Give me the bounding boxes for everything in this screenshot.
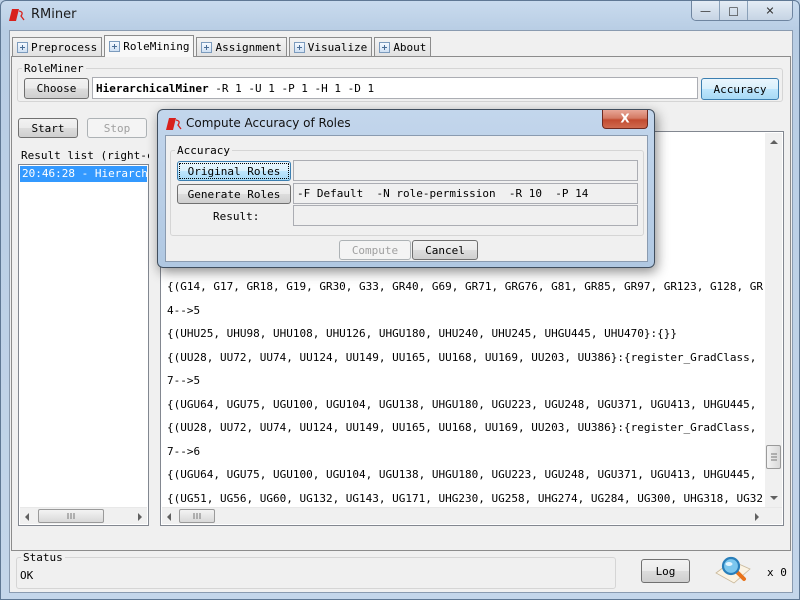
output-line: {(UGU64, UGU75, UGU100, UGU104, UGU138, … (167, 397, 763, 411)
scroll-right-arrow-icon[interactable] (755, 513, 759, 521)
generate-roles-value: -F Default -N role-permission -R 10 -P 1… (297, 187, 589, 200)
log-button[interactable]: Log (641, 559, 690, 583)
tab-label: Assignment (215, 40, 282, 54)
tab-label: RoleMining (123, 40, 190, 53)
tab-rolemining[interactable]: RoleMining (104, 35, 195, 57)
dialog-close-button[interactable]: X (602, 110, 648, 129)
dialog-body: Accuracy Original Roles Generate Roles -… (165, 135, 648, 262)
grip-icon (193, 513, 201, 519)
cancel-button[interactable]: Cancel (412, 240, 478, 260)
miner-args: -R 1 -U 1 -P 1 -H 1 -D 1 (208, 81, 375, 95)
task-monitor-icon[interactable] (714, 555, 754, 585)
compute-button[interactable]: Compute (339, 240, 411, 260)
status-group-label: Status (21, 551, 65, 564)
maximize-icon: □ (728, 4, 739, 17)
original-roles-button[interactable]: Original Roles (177, 161, 291, 181)
grip-icon (771, 453, 777, 461)
output-line: {(UU28, UU72, UU74, UU124, UU149, UU165,… (167, 350, 763, 364)
generate-roles-button[interactable]: Generate Roles (177, 184, 291, 204)
original-roles-field[interactable] (293, 160, 638, 181)
start-button[interactable]: Start (18, 118, 78, 138)
status-group: Status (16, 551, 616, 589)
roleminer-group-label: RoleMiner (22, 62, 86, 75)
accuracy-button[interactable]: Accuracy (701, 78, 779, 100)
status-text: OK (20, 569, 34, 582)
expand-plus-icon (201, 41, 213, 53)
compute-label: Compute (351, 243, 399, 257)
output-line: {(UG51, UG56, UG60, UG132, UG143, UG171,… (167, 491, 763, 505)
output-hscrollbar[interactable] (162, 507, 782, 524)
scroll-thumb[interactable] (766, 445, 781, 469)
output-line: {(G14, G17, GR18, G19, GR30, G33, GR40, … (167, 280, 763, 293)
window-controls: — □ ✕ (691, 1, 793, 21)
dialog-title: Compute Accuracy of Roles (186, 116, 351, 130)
output-line: 7-->6 (167, 444, 201, 458)
cancel-label: Cancel (425, 243, 465, 257)
close-button[interactable]: ✕ (748, 1, 792, 20)
stop-label: Stop (103, 121, 131, 135)
minimize-button[interactable]: — (692, 1, 720, 20)
tab-about[interactable]: About (374, 37, 432, 56)
log-label: Log (655, 564, 676, 578)
accuracy-label: Accuracy (713, 82, 767, 96)
expand-plus-icon (109, 41, 121, 52)
choose-label: Choose (36, 82, 77, 95)
result-list-item[interactable]: 20:46:28 - HierarchicalMiner (20, 166, 147, 182)
scroll-thumb[interactable] (179, 509, 215, 523)
close-icon: ✕ (765, 4, 775, 17)
expand-plus-icon (379, 41, 391, 53)
output-vscrollbar[interactable] (765, 133, 782, 507)
scroll-thumb[interactable] (38, 509, 104, 523)
expand-plus-icon (17, 41, 28, 53)
main-window: RMiner — □ ✕ Preprocess RoleMining Assig… (0, 0, 800, 600)
scroll-left-arrow-icon[interactable] (167, 513, 171, 521)
result-list-hscrollbar[interactable] (20, 507, 147, 524)
tab-preprocess[interactable]: Preprocess (12, 37, 103, 56)
task-count: x 0 (767, 566, 787, 579)
result-field (293, 205, 638, 226)
output-line: {(UGU64, UGU75, UGU100, UGU104, UGU138, … (167, 468, 763, 481)
minimize-icon: — (700, 4, 711, 17)
close-icon: X (620, 111, 630, 126)
tab-label: Visualize (307, 40, 368, 54)
result-label: Result: (213, 210, 260, 223)
miner-name: HierarchicalMiner (96, 81, 209, 95)
maximize-button[interactable]: □ (720, 1, 748, 20)
output-line: {(UU28, UU72, UU74, UU124, UU149, UU165,… (167, 421, 763, 434)
result-list-label: Result list (right-click for options) (21, 149, 149, 162)
miner-config-field[interactable]: HierarchicalMiner -R 1 -U 1 -P 1 -H 1 -D… (92, 77, 698, 99)
original-roles-label: Original Roles (187, 164, 281, 178)
scroll-left-arrow-icon[interactable] (25, 513, 29, 521)
title-bar[interactable]: RMiner — □ ✕ (1, 1, 799, 29)
tab-assignment[interactable]: Assignment (196, 37, 287, 56)
accuracy-group-label: Accuracy (175, 144, 232, 157)
output-line: {(UHU25, UHU98, UHU108, UHU126, UHGU180,… (167, 327, 677, 340)
scroll-right-arrow-icon[interactable] (138, 513, 142, 521)
output-line: 7-->5 (167, 374, 201, 387)
tab-label: Preprocess (31, 40, 98, 54)
grip-icon (67, 513, 75, 519)
choose-button[interactable]: Choose (24, 78, 89, 99)
compute-accuracy-dialog: Compute Accuracy of Roles X Accuracy Ori… (157, 109, 655, 268)
output-line: 4-->5 (167, 303, 201, 317)
stop-button[interactable]: Stop (87, 118, 147, 138)
tab-visualize[interactable]: Visualize (288, 37, 373, 56)
rminer-logo-icon (9, 9, 25, 21)
window-title: RMiner (31, 7, 77, 22)
generate-roles-label: Generate Roles (187, 187, 281, 201)
tab-label: About (393, 40, 427, 54)
scroll-down-arrow-icon[interactable] (770, 496, 778, 500)
generate-roles-field[interactable]: -F Default -N role-permission -R 10 -P 1… (293, 183, 638, 204)
expand-plus-icon (293, 41, 305, 53)
tab-bar: Preprocess RoleMining Assignment Visuali… (12, 34, 433, 57)
result-list[interactable]: 20:46:28 - HierarchicalMiner (18, 164, 149, 526)
rminer-logo-icon (166, 118, 182, 130)
scroll-up-arrow-icon[interactable] (770, 140, 778, 144)
start-label: Start (31, 121, 65, 135)
